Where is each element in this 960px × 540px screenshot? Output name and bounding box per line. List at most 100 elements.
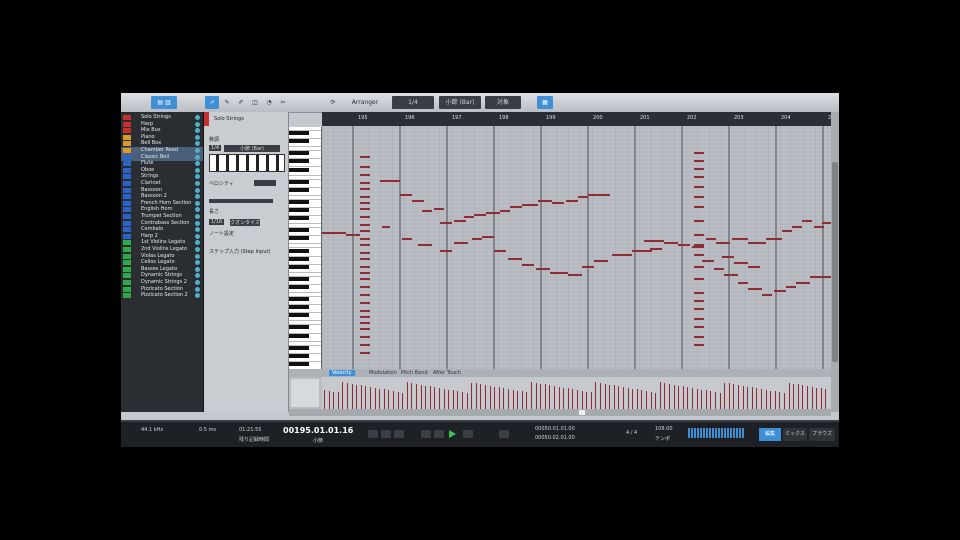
velocity-slider[interactable] bbox=[209, 199, 273, 203]
midi-note[interactable] bbox=[360, 244, 370, 246]
velocity-bar[interactable] bbox=[742, 385, 744, 409]
snap-button[interactable]: 対象 bbox=[485, 96, 521, 109]
velocity-bar[interactable] bbox=[439, 388, 440, 409]
horizontal-scroll-thumb[interactable] bbox=[579, 410, 585, 415]
midi-note[interactable] bbox=[360, 202, 370, 204]
midi-note[interactable] bbox=[694, 152, 704, 154]
metronome-icon[interactable] bbox=[499, 430, 509, 438]
midi-note[interactable] bbox=[454, 242, 468, 244]
midi-note[interactable] bbox=[822, 222, 831, 224]
tab-pitch-bend[interactable]: Pitch Bend bbox=[401, 370, 428, 376]
velocity-bar[interactable] bbox=[710, 391, 712, 409]
velocity-bar[interactable] bbox=[347, 383, 348, 409]
loop-end[interactable]: 00050.02.01.00 bbox=[535, 435, 575, 441]
velocity-bar[interactable] bbox=[724, 382, 726, 409]
midi-note[interactable] bbox=[774, 290, 786, 292]
midi-note[interactable] bbox=[678, 244, 690, 246]
velocity-bar[interactable] bbox=[374, 387, 376, 409]
piano-keyboard[interactable] bbox=[289, 127, 322, 369]
track-monitor-icon[interactable] bbox=[195, 293, 200, 299]
midi-note[interactable] bbox=[748, 242, 766, 244]
midi-note[interactable] bbox=[382, 226, 390, 228]
velocity-bar[interactable] bbox=[788, 382, 790, 409]
velocity-bar[interactable] bbox=[600, 383, 601, 409]
velocity-bar[interactable] bbox=[595, 382, 597, 409]
velocity-bar[interactable] bbox=[784, 393, 785, 409]
velocity-bar[interactable] bbox=[627, 387, 629, 409]
midi-note[interactable] bbox=[360, 336, 370, 338]
midi-note[interactable] bbox=[694, 160, 704, 162]
velocity-bar[interactable] bbox=[526, 392, 528, 409]
velocity-bar[interactable] bbox=[590, 392, 592, 409]
velocity-bar[interactable] bbox=[701, 389, 703, 409]
velocity-bar[interactable] bbox=[540, 383, 542, 409]
midi-note[interactable] bbox=[360, 278, 370, 280]
midi-note[interactable] bbox=[694, 300, 704, 302]
mini-keyboard[interactable] bbox=[209, 154, 285, 172]
midi-note[interactable] bbox=[694, 326, 704, 328]
velocity-bar[interactable] bbox=[797, 384, 799, 409]
velocity-bar[interactable] bbox=[411, 383, 413, 409]
midi-note[interactable] bbox=[722, 256, 734, 258]
split-tool-icon[interactable]: ✂ bbox=[277, 96, 289, 109]
velocity-bar[interactable] bbox=[572, 389, 574, 409]
track-monitor-icon[interactable] bbox=[195, 154, 200, 160]
midi-note[interactable] bbox=[694, 292, 704, 294]
velocity-bar[interactable] bbox=[715, 392, 716, 409]
velocity-bar[interactable] bbox=[761, 389, 762, 409]
midi-note[interactable] bbox=[522, 204, 538, 206]
midi-note[interactable] bbox=[694, 196, 704, 198]
midi-note[interactable] bbox=[360, 310, 370, 312]
velocity-bar[interactable] bbox=[521, 391, 523, 409]
midi-note[interactable] bbox=[360, 208, 370, 210]
track-monitor-icon[interactable] bbox=[195, 214, 200, 219]
piano-roll[interactable]: 195196197198199200201202203204205 bbox=[322, 112, 831, 369]
velocity-editor[interactable] bbox=[289, 377, 831, 409]
velocity-bar[interactable] bbox=[457, 391, 459, 409]
forward-icon[interactable] bbox=[394, 430, 404, 438]
velocity-bar[interactable] bbox=[659, 382, 661, 409]
velocity-bar[interactable] bbox=[512, 389, 514, 409]
track-monitor-icon[interactable] bbox=[195, 161, 200, 167]
midi-note[interactable] bbox=[594, 260, 608, 262]
velocity-bar[interactable] bbox=[728, 383, 730, 409]
loop-start[interactable]: 00050.01.01.00 bbox=[535, 426, 575, 432]
midi-note[interactable] bbox=[664, 242, 678, 244]
velocity-bar[interactable] bbox=[650, 391, 652, 409]
midi-note[interactable] bbox=[380, 180, 400, 182]
velocity-bar[interactable] bbox=[388, 390, 390, 409]
track-monitor-icon[interactable] bbox=[195, 280, 200, 285]
velocity-bar[interactable] bbox=[678, 385, 680, 409]
stop-icon[interactable] bbox=[421, 430, 431, 438]
velocity-field[interactable] bbox=[254, 180, 276, 186]
track-monitor-icon[interactable] bbox=[195, 240, 200, 246]
velocity-bar[interactable] bbox=[397, 391, 399, 409]
midi-note[interactable] bbox=[694, 220, 704, 222]
velocity-bar[interactable] bbox=[485, 385, 486, 409]
midi-note[interactable] bbox=[702, 260, 714, 262]
midi-note[interactable] bbox=[360, 266, 370, 268]
midi-note[interactable] bbox=[472, 238, 482, 240]
midi-note[interactable] bbox=[322, 232, 346, 234]
quantize-apply-button[interactable]: クオンタイズ bbox=[230, 219, 260, 226]
track-monitor-icon[interactable] bbox=[195, 134, 200, 140]
velocity-bar[interactable] bbox=[636, 389, 638, 409]
midi-note[interactable] bbox=[360, 252, 370, 254]
velocity-bar[interactable] bbox=[342, 382, 344, 409]
timebase-button[interactable]: 小節 (Bar) bbox=[439, 96, 481, 109]
track-monitor-icon[interactable] bbox=[195, 227, 200, 233]
midi-note[interactable] bbox=[508, 258, 522, 260]
velocity-bar[interactable] bbox=[503, 388, 505, 409]
velocity-bar[interactable] bbox=[641, 390, 643, 409]
panel-toggle-button[interactable]: ▦ bbox=[537, 96, 553, 109]
midi-note[interactable] bbox=[360, 328, 370, 330]
midi-note[interactable] bbox=[360, 188, 370, 190]
speaker-tool-icon[interactable]: ◔ bbox=[263, 96, 275, 109]
eraser-tool-icon[interactable]: ◫ bbox=[249, 96, 261, 109]
velocity-bar[interactable] bbox=[434, 387, 436, 409]
timeline-ruler[interactable]: 195196197198199200201202203204205 bbox=[322, 112, 831, 126]
velocity-bar[interactable] bbox=[623, 387, 624, 409]
velocity-bar[interactable] bbox=[577, 390, 578, 409]
velocity-bar[interactable] bbox=[416, 384, 417, 409]
midi-note[interactable] bbox=[360, 294, 370, 296]
